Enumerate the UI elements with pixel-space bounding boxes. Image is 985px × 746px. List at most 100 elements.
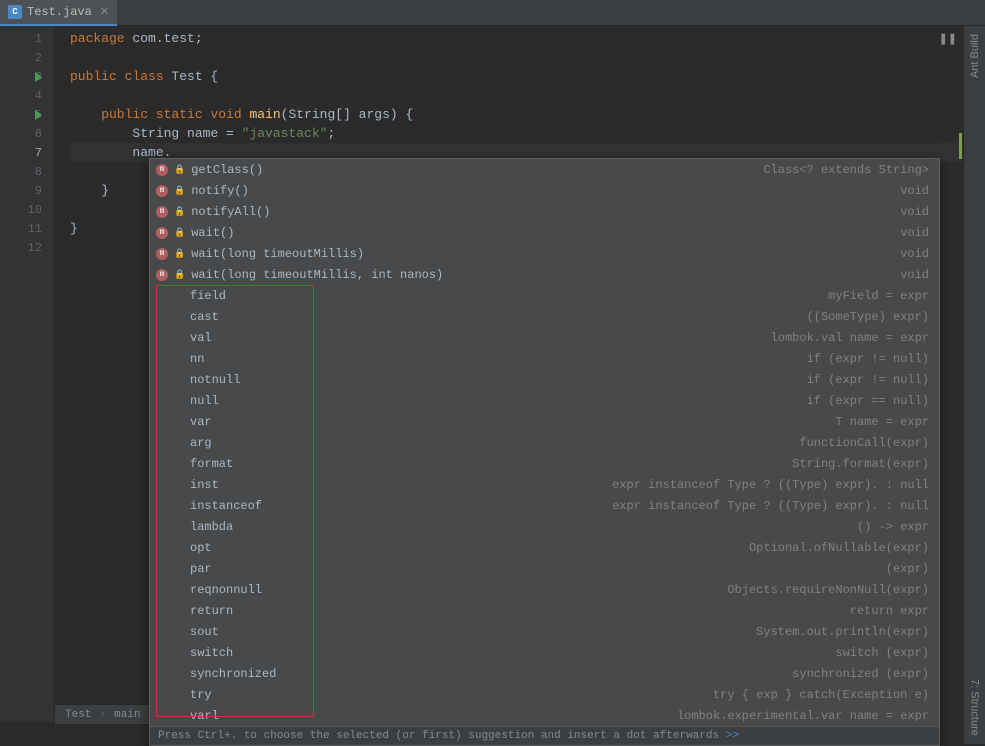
line-11: 11 [0, 219, 54, 238]
tab-label: Test.java [27, 5, 92, 19]
line-3[interactable]: 3 [0, 67, 54, 86]
crumb-method[interactable]: main [114, 709, 140, 721]
completion-return-type: void [900, 268, 929, 282]
completion-return-type: void [900, 205, 929, 219]
completion-name: instanceof [190, 499, 262, 513]
completion-item-template[interactable]: formatString.format(expr) [150, 453, 939, 474]
method-icon: m [156, 248, 168, 260]
completion-name: return [190, 604, 233, 618]
run-icon[interactable] [35, 110, 42, 120]
line-1: 1 [0, 29, 54, 48]
line-9: 9 [0, 181, 54, 200]
completion-expand: if (expr != null) [807, 373, 929, 387]
completion-item-template[interactable]: instanceofexpr instanceof Type ? ((Type)… [150, 495, 939, 516]
completion-item-template[interactable]: synchronized synchronized (expr) [150, 663, 939, 684]
completion-item-method[interactable]: m🔒notifyAll()void [150, 201, 939, 222]
completion-item-template[interactable]: var T name = expr [150, 411, 939, 432]
completion-item-template[interactable]: opt Optional.ofNullable(expr) [150, 537, 939, 558]
completion-item-method[interactable]: m 🔒 getClass() Class<? extends String> [150, 159, 939, 180]
run-icon[interactable] [35, 72, 42, 82]
line-12: 12 [0, 238, 54, 257]
completion-item-template[interactable]: field myField = expr [150, 285, 939, 306]
completion-item-template[interactable]: returnreturn expr [150, 600, 939, 621]
completion-expand: myField = expr [828, 289, 929, 303]
completion-name: par [190, 562, 212, 576]
completion-expand: try { exp } catch(Exception e) [713, 688, 929, 702]
completion-name: wait(long timeoutMillis, int nanos) [191, 268, 443, 282]
completion-item-template[interactable]: lambda () -> expr [150, 516, 939, 537]
completion-item-template[interactable]: reqnonnullObjects.requireNonNull(expr) [150, 579, 939, 600]
completion-expand: if (expr == null) [807, 394, 929, 408]
completion-item-method[interactable]: m🔒notify()void [150, 180, 939, 201]
method-icon: m [156, 164, 168, 176]
completion-name: opt [190, 541, 212, 555]
completion-expand: functionCall(expr) [799, 436, 929, 450]
line-7: 7 [0, 143, 54, 162]
change-marker [959, 133, 962, 159]
completion-expand: () -> expr [857, 520, 929, 534]
completion-item-template[interactable]: trytry { exp } catch(Exception e) [150, 684, 939, 705]
completion-return-type: void [900, 184, 929, 198]
completion-name: var [190, 415, 212, 429]
completion-expand: (expr) [886, 562, 929, 576]
method-icon: m [156, 269, 168, 281]
completion-expand: switch (expr) [835, 646, 929, 660]
gutter: 1 2 3 4 5 6 7 8 9 10 11 12 [0, 26, 55, 722]
close-icon[interactable]: ✕ [100, 5, 109, 19]
completion-name: lambda [190, 520, 233, 534]
right-tool-bar: Ant Build 7: Structure [963, 26, 985, 744]
completion-expand: Optional.ofNullable(expr) [749, 541, 929, 555]
completion-item-template[interactable]: varl lombok.experimental.var name = expr [150, 705, 939, 726]
java-class-icon: C [8, 5, 22, 19]
completion-name: field [190, 289, 226, 303]
structure-tab[interactable]: 7: Structure [969, 679, 981, 736]
line-6: 6 [0, 124, 54, 143]
completion-item-template[interactable]: arg functionCall(expr) [150, 432, 939, 453]
completion-name: arg [190, 436, 212, 450]
completion-item-method[interactable]: m🔒wait(long timeoutMillis)void [150, 243, 939, 264]
completion-name: notnull [190, 373, 240, 387]
editor-tab-test-java[interactable]: C Test.java ✕ [0, 0, 117, 26]
line-5[interactable]: 5 [0, 105, 54, 124]
completion-expand: lombok.experimental.var name = expr [677, 709, 929, 723]
completion-item-template[interactable]: val lombok.val name = expr [150, 327, 939, 348]
completion-item-template[interactable]: nnif (expr != null) [150, 348, 939, 369]
completion-item-template[interactable]: switchswitch (expr) [150, 642, 939, 663]
ant-build-tab[interactable]: Ant Build [969, 34, 981, 78]
lock-icon: 🔒 [174, 165, 185, 175]
completion-name: val [190, 331, 212, 345]
completion-item-template[interactable]: notnull if (expr != null) [150, 369, 939, 390]
crumb-class[interactable]: Test [65, 709, 91, 721]
breadcrumbs[interactable]: Test › main [55, 704, 150, 724]
line-10: 10 [0, 200, 54, 219]
completion-expand: lombok.val name = expr [771, 331, 929, 345]
completion-name: notify() [191, 184, 249, 198]
completion-name: synchronized [190, 667, 276, 681]
completion-item-template[interactable]: par (expr) [150, 558, 939, 579]
lock-icon: 🔒 [174, 249, 185, 259]
completion-help-link[interactable]: >> [726, 730, 739, 742]
completion-name: varl [190, 709, 219, 723]
completion-name: null [190, 394, 219, 408]
completion-expand: expr instanceof Type ? ((Type) expr). : … [612, 478, 929, 492]
line-2: 2 [0, 48, 54, 67]
completion-item-template[interactable]: cast ((SomeType) expr) [150, 306, 939, 327]
completion-item-template[interactable]: instexpr instanceof Type ? ((Type) expr)… [150, 474, 939, 495]
completion-popup[interactable]: m🔒getClass()Class<? extends String>m🔒not… [149, 158, 940, 746]
completion-item-template[interactable]: soutSystem.out.println(expr) [150, 621, 939, 642]
completion-name: cast [190, 310, 219, 324]
completion-expand: synchronized (expr) [792, 667, 929, 681]
completion-item-method[interactable]: m 🔒 wait(long timeoutMillis, int nanos) voi… [150, 264, 939, 285]
line-4: 4 [0, 86, 54, 105]
lock-icon: 🔒 [174, 228, 185, 238]
completion-name: getClass() [191, 163, 263, 177]
completion-expand: T name = expr [835, 415, 929, 429]
lock-icon: 🔒 [174, 270, 185, 280]
lock-icon: 🔒 [174, 186, 185, 196]
completion-name: sout [190, 625, 219, 639]
completion-item-template[interactable]: null if (expr == null) [150, 390, 939, 411]
completion-expand: Objects.requireNonNull(expr) [727, 583, 929, 597]
completion-expand: ((SomeType) expr) [807, 310, 929, 324]
completion-item-method[interactable]: m🔒wait()void [150, 222, 939, 243]
completion-return-type: Class<? extends String> [763, 163, 929, 177]
